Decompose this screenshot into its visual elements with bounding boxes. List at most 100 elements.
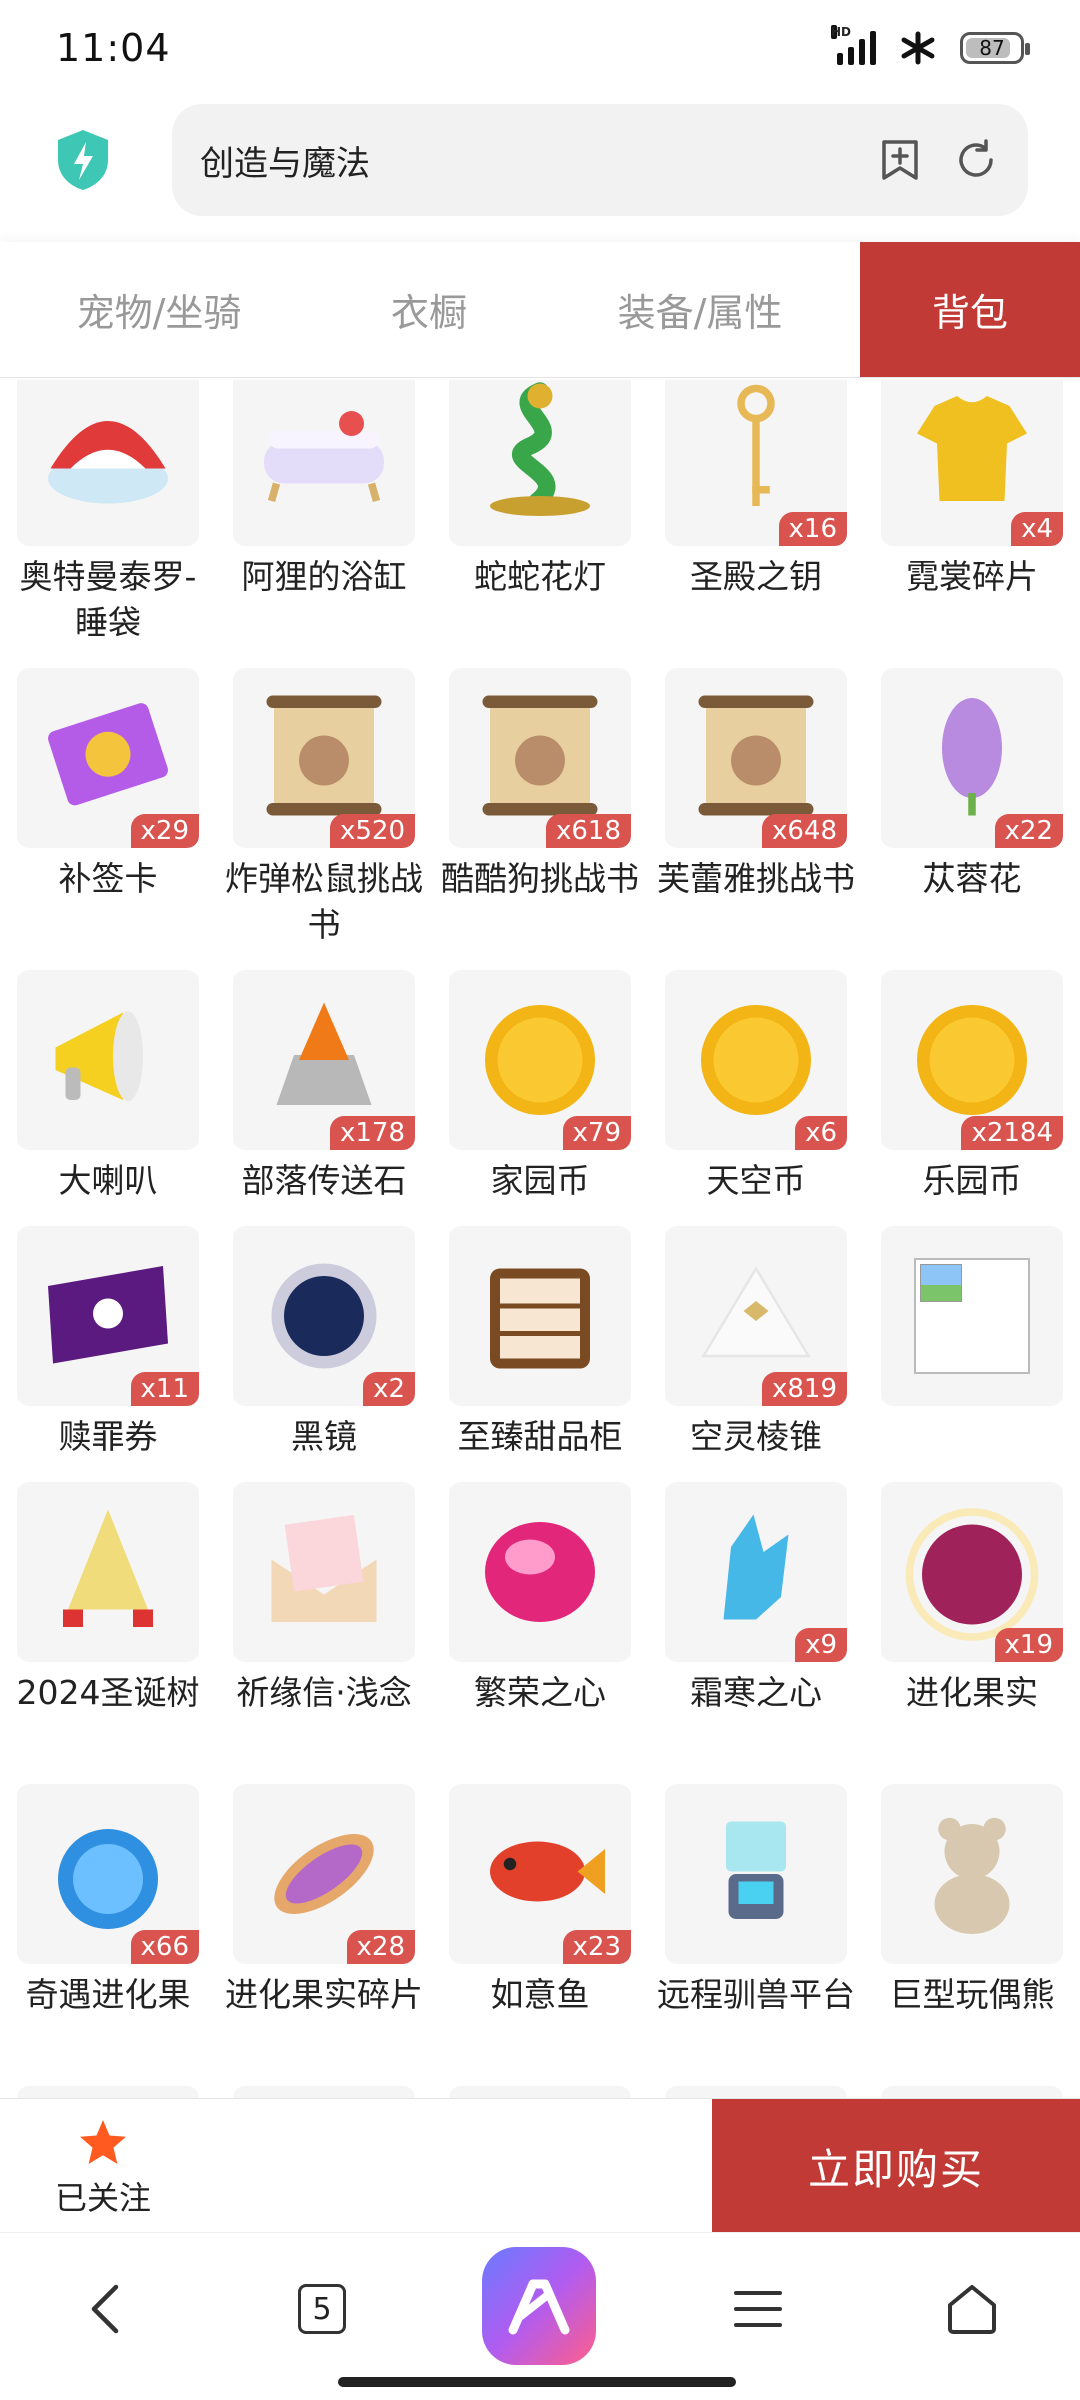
follow-button[interactable]: 已关注: [48, 2117, 158, 2219]
item-thumbnail[interactable]: x9: [665, 1482, 847, 1662]
backpack-item[interactable]: x648 芙蕾雅挑战书: [648, 668, 864, 970]
shield-icon[interactable]: [54, 128, 112, 192]
backpack-item[interactable]: x79 家园币: [432, 970, 648, 1226]
backpack-item[interactable]: x618 酷酷狗挑战书: [432, 668, 648, 970]
backpack-item[interactable]: x23 如意鱼: [432, 1784, 648, 2086]
backpack-item[interactable]: x66 奇遇进化果: [0, 1784, 216, 2086]
backpack-item[interactable]: 2024圣诞树: [0, 1482, 216, 1784]
item-thumbnail[interactable]: [665, 1784, 847, 1964]
item-quantity-badge: x29: [130, 814, 199, 848]
item-thumbnail[interactable]: [17, 2086, 199, 2098]
item-thumbnail[interactable]: x19: [881, 1482, 1063, 1662]
address-row: 创造与魔法: [0, 96, 1080, 236]
item-thumbnail[interactable]: x520: [233, 668, 415, 848]
backpack-item[interactable]: x9 霜寒之心: [648, 1482, 864, 1784]
item-thumbnail[interactable]: [449, 1482, 631, 1662]
item-thumbnail[interactable]: x79: [449, 970, 631, 1150]
item-thumbnail[interactable]: x178: [233, 970, 415, 1150]
backpack-item[interactable]: 大喇叭: [0, 970, 216, 1226]
app-logo-button[interactable]: [482, 2247, 596, 2365]
backpack-item[interactable]: 阿狸的浴缸: [216, 380, 432, 668]
item-quantity-badge: x11: [130, 1372, 199, 1406]
add-bookmark-icon[interactable]: [876, 136, 924, 184]
item-thumbnail[interactable]: x66: [17, 1784, 199, 1964]
item-thumbnail[interactable]: x22: [881, 668, 1063, 848]
item-thumbnail[interactable]: [233, 1482, 415, 1662]
item-thumbnail[interactable]: x2: [233, 1226, 415, 1406]
item-thumbnail[interactable]: x4: [881, 380, 1063, 546]
tab-pets-mounts[interactable]: 宠物/坐骑: [0, 242, 318, 377]
home-button[interactable]: [932, 2269, 1012, 2349]
menu-button[interactable]: [718, 2269, 798, 2349]
tab-wardrobe[interactable]: 衣橱: [318, 242, 540, 377]
item-thumbnail[interactable]: x23: [449, 1784, 631, 1964]
backpack-item[interactable]: x16 圣殿之钥: [648, 380, 864, 668]
backpack-item[interactable]: x2184 乐园币: [864, 970, 1080, 1226]
item-thumbnail[interactable]: [17, 380, 199, 546]
backpack-item[interactable]: x520 炸弹松鼠挑战书: [216, 668, 432, 970]
backpack-item[interactable]: [864, 1226, 1080, 1482]
item-thumbnail[interactable]: [233, 2086, 415, 2098]
backpack-item[interactable]: x19 进化果实: [864, 1482, 1080, 1784]
item-thumbnail[interactable]: x819: [665, 1226, 847, 1406]
item-name: 奇遇进化果: [25, 1975, 191, 2014]
cellular-signal-icon: HD: [831, 25, 876, 65]
item-thumbnail[interactable]: [449, 380, 631, 546]
backpack-item-partial[interactable]: [432, 2086, 648, 2098]
backpack-item[interactable]: x29 补签卡: [0, 668, 216, 970]
address-title[interactable]: 创造与魔法: [200, 136, 848, 185]
back-button[interactable]: [66, 2269, 146, 2349]
backpack-item[interactable]: x22 苁蓉花: [864, 668, 1080, 970]
tabs-button[interactable]: 5: [282, 2269, 362, 2349]
item-thumbnail[interactable]: [449, 2086, 631, 2098]
backpack-item[interactable]: x819 空灵棱锥: [648, 1226, 864, 1482]
backpack-item-partial[interactable]: [216, 2086, 432, 2098]
item-thumbnail[interactable]: x618: [449, 668, 631, 848]
berry-icon: [905, 1508, 1039, 1641]
refresh-icon[interactable]: [952, 136, 1000, 184]
backpack-item[interactable]: 蛇蛇花灯: [432, 380, 648, 668]
backpack-item-partial[interactable]: [864, 2086, 1080, 2098]
backpack-item[interactable]: x11 赎罪券: [0, 1226, 216, 1482]
item-quantity-badge: x23: [562, 1930, 631, 1964]
item-thumbnail[interactable]: [449, 1226, 631, 1406]
backpack-item[interactable]: 奥特曼泰罗-睡袋: [0, 380, 216, 668]
backpack-item[interactable]: 远程驯兽平台: [648, 1784, 864, 2086]
item-thumbnail[interactable]: x29: [17, 668, 199, 848]
item-thumbnail[interactable]: x28: [233, 1784, 415, 1964]
tab-equipment[interactable]: 装备/属性: [540, 242, 860, 377]
item-name: 酷酷狗挑战书: [441, 859, 639, 898]
item-thumbnail[interactable]: [17, 1482, 199, 1662]
item-thumbnail[interactable]: [665, 2086, 847, 2098]
item-thumbnail[interactable]: x11: [17, 1226, 199, 1406]
item-thumbnail[interactable]: [881, 1784, 1063, 1964]
address-bar[interactable]: 创造与魔法: [172, 104, 1028, 216]
item-name: 如意鱼: [490, 1975, 590, 2014]
backpack-item[interactable]: 繁荣之心: [432, 1482, 648, 1784]
item-thumbnail[interactable]: x16: [665, 380, 847, 546]
backpack-item[interactable]: 巨型玩偶熊: [864, 1784, 1080, 2086]
tab-backpack[interactable]: 背包: [860, 242, 1080, 377]
fruit-slice-icon: [274, 1834, 374, 1914]
item-thumbnail[interactable]: [233, 380, 415, 546]
backpack-item-partial[interactable]: [648, 2086, 864, 2098]
backpack-item-partial[interactable]: [0, 2086, 216, 2098]
backpack-item[interactable]: x4 霓裳碎片: [864, 380, 1080, 668]
item-thumbnail[interactable]: [17, 970, 199, 1150]
item-thumbnail[interactable]: x6: [665, 970, 847, 1150]
backpack-item[interactable]: x6 天空币: [648, 970, 864, 1226]
backpack-item[interactable]: x2 黑镜: [216, 1226, 432, 1482]
backpack-grid[interactable]: 奥特曼泰罗-睡袋 阿狸的浴缸 蛇蛇花灯 x16 圣殿之钥 x4 霓裳碎片 x29 补签卡 x520…: [0, 380, 1080, 2098]
buy-now-button[interactable]: 立即购买: [712, 2099, 1080, 2233]
item-thumbnail[interactable]: [881, 2086, 1063, 2098]
backpack-item[interactable]: 至臻甜品柜: [432, 1226, 648, 1482]
backpack-item[interactable]: x28 进化果实碎片: [216, 1784, 432, 2086]
item-thumbnail[interactable]: x2184: [881, 970, 1063, 1150]
backpack-item[interactable]: x178 部落传送石: [216, 970, 432, 1226]
item-thumbnail[interactable]: x648: [665, 668, 847, 848]
backpack-item[interactable]: 祈缘信·浅念: [216, 1482, 432, 1784]
platform-icon: [726, 1821, 786, 1919]
coin-icon: [917, 1005, 1027, 1115]
item-thumbnail[interactable]: [881, 1226, 1063, 1406]
christmas-tree-icon: [63, 1509, 153, 1627]
